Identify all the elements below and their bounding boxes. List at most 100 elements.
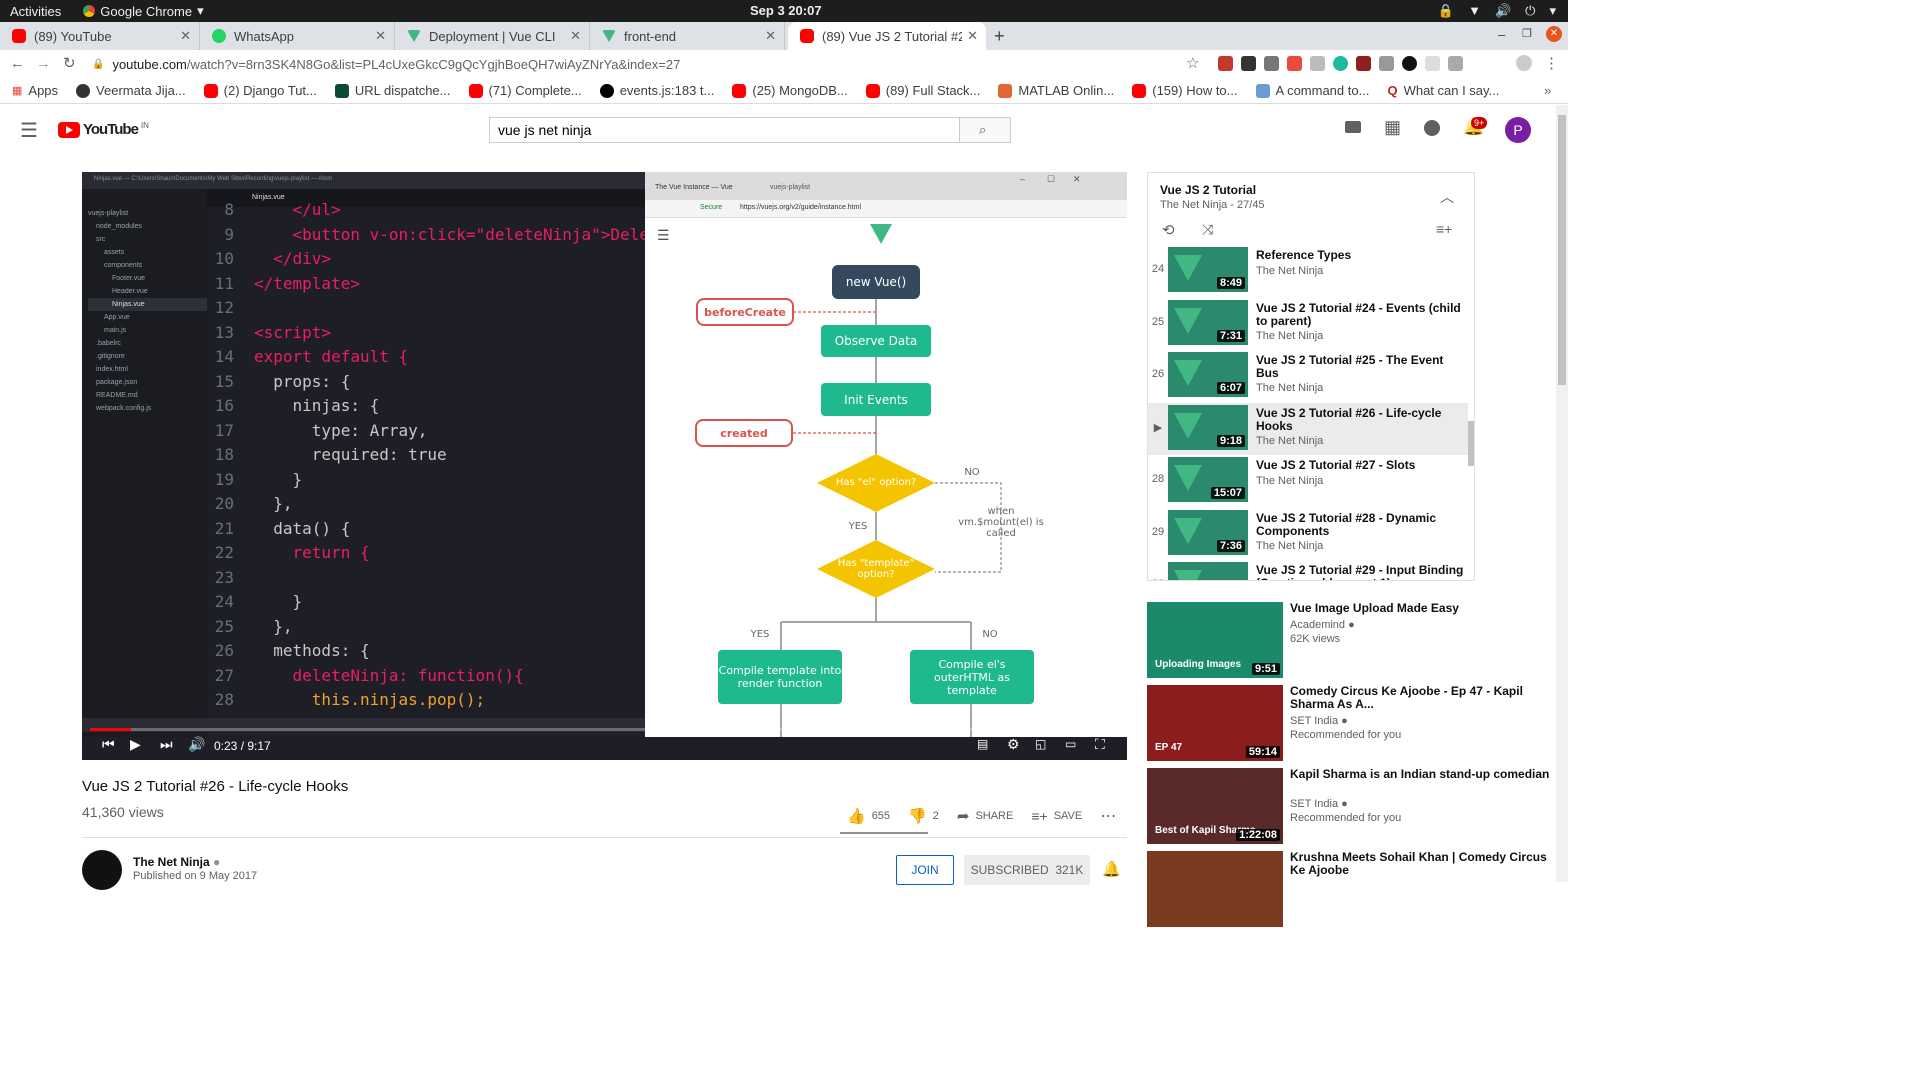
bookmark-item[interactable]: (2) Django Tut...	[203, 83, 317, 98]
search-input[interactable]	[489, 117, 960, 143]
bookmark-item[interactable]: Veermata Jija...	[76, 83, 186, 98]
create-video-icon[interactable]	[1345, 121, 1361, 133]
extension-icon[interactable]	[1448, 56, 1463, 71]
close-icon[interactable]: ✕	[570, 28, 581, 44]
dislike-button[interactable]: 👎 2	[908, 807, 939, 825]
settings-gear-icon[interactable]: ⚙	[1007, 736, 1020, 753]
playlist-item[interactable]: 26 6:07 Vue JS 2 Tutorial #25 - The Event …	[1148, 350, 1468, 402]
notification-bell-icon[interactable]: 🔔	[1102, 860, 1121, 878]
miniplayer-icon[interactable]: ◱	[1035, 737, 1046, 751]
more-bookmarks-icon[interactable]: »	[1544, 83, 1551, 98]
activities-button[interactable]: Activities	[10, 4, 61, 19]
loop-icon[interactable]: ⟲	[1162, 221, 1175, 239]
clock[interactable]: Sep 3 20:07	[750, 3, 822, 18]
bookmark-item[interactable]: events.js:183 t...	[599, 83, 714, 98]
video-thumbnail[interactable]: 7:31	[1168, 299, 1248, 345]
close-icon[interactable]: ✕	[967, 28, 978, 44]
video-thumbnail[interactable]	[1147, 851, 1283, 927]
bookmark-item[interactable]: MATLAB Onlin...	[998, 83, 1114, 98]
app-menu[interactable]: Google Chrome ▾	[83, 3, 204, 19]
volume-icon[interactable]: 🔊	[188, 736, 205, 753]
video-thumbnail[interactable]: Uploading Images 9:51	[1147, 602, 1283, 678]
playlist-item[interactable]: 28 15:07 Vue JS 2 Tutorial #27 - Slots The …	[1148, 455, 1468, 507]
video-thumbnail[interactable]: 9:18	[1168, 404, 1248, 450]
more-actions-icon[interactable]: ⋯	[1100, 806, 1116, 826]
apps-grid-icon[interactable]: ▦	[1384, 117, 1401, 138]
bookmark-item[interactable]: (25) MongoDB...	[732, 83, 848, 98]
save-button[interactable]: ≡+ SAVE	[1031, 808, 1082, 824]
playlist-item[interactable]: 29 7:36 Vue JS 2 Tutorial #28 - Dynamic Co…	[1148, 508, 1468, 560]
youtube-logo[interactable]: YouTube IN	[58, 121, 149, 138]
extension-icon[interactable]	[1218, 56, 1233, 71]
tab-whatsapp[interactable]: WhatsApp ✕	[200, 22, 395, 50]
recommended-video[interactable]: Uploading Images 9:51 Vue Image Upload Mad…	[1147, 602, 1557, 682]
extension-icon[interactable]	[1241, 56, 1256, 71]
address-bar[interactable]: 🔒 youtube.com/watch?v=8rn3SK4N8Go&list=P…	[92, 53, 1180, 75]
subtitles-icon[interactable]: ▤	[977, 737, 988, 751]
shuffle-icon[interactable]: ⤨	[1202, 221, 1213, 238]
tab-youtube[interactable]: (89) YouTube ✕	[0, 22, 200, 50]
bookmark-item[interactable]: (89) Full Stack...	[865, 83, 980, 98]
collapse-chevron-icon[interactable]: ︿	[1440, 187, 1454, 207]
fullscreen-icon[interactable]: ⛶	[1095, 736, 1105, 753]
theater-mode-icon[interactable]: ▭	[1065, 737, 1076, 751]
messages-icon[interactable]	[1424, 120, 1440, 136]
tab-active-video[interactable]: (89) Vue JS 2 Tutorial #26 ✕	[788, 22, 986, 50]
close-icon[interactable]: ✕	[765, 28, 776, 44]
save-playlist-icon[interactable]: ≡+	[1436, 221, 1452, 237]
subscribed-button[interactable]: SUBSCRIBED 321K	[964, 855, 1090, 885]
extension-icon[interactable]	[1264, 56, 1279, 71]
bookmark-item[interactable]: (159) How to...	[1132, 83, 1238, 98]
close-icon[interactable]: ✕	[180, 28, 191, 44]
playlist-item[interactable]: 30 Vue JS 2 Tutorial #29 - Input Binding …	[1148, 560, 1468, 580]
extension-icon[interactable]	[1425, 56, 1440, 71]
reload-icon[interactable]: ↻	[63, 54, 76, 72]
system-tray[interactable]: 🔒 ▼ 🔊 ⏻ ▾	[1438, 3, 1556, 19]
channel-name[interactable]: The Net Ninja ●	[133, 855, 220, 869]
extension-icon[interactable]	[1356, 56, 1371, 71]
bookmark-item[interactable]: URL dispatche...	[334, 83, 451, 98]
extension-icon[interactable]	[1379, 56, 1394, 71]
progress-track[interactable]	[90, 728, 1119, 731]
playlist-scrollbar[interactable]	[1468, 421, 1474, 466]
recommended-video[interactable]: EP 47 59:14 Comedy Circus Ke Ajoobe - Ep 4…	[1147, 685, 1557, 765]
profile-icon[interactable]	[1516, 55, 1532, 71]
extension-icon[interactable]	[1310, 56, 1325, 71]
video-thumbnail[interactable]: 15:07	[1168, 457, 1248, 502]
restore-icon[interactable]: ❐	[1522, 27, 1532, 40]
extension-icon[interactable]	[1402, 56, 1417, 71]
share-button[interactable]: ➦ SHARE	[957, 807, 1013, 825]
join-button[interactable]: JOIN	[896, 855, 954, 885]
play-icon[interactable]: ▶	[130, 736, 141, 753]
search-button[interactable]: ⌕	[959, 117, 1011, 143]
previous-icon[interactable]: ⏮	[102, 736, 115, 753]
back-icon[interactable]: ←	[10, 55, 25, 72]
recommended-video[interactable]: Krushna Meets Sohail Khan | Comedy Circu…	[1147, 851, 1557, 931]
avatar[interactable]: P	[1505, 117, 1531, 143]
extension-icon[interactable]	[1333, 56, 1348, 71]
video-thumbnail[interactable]: EP 47 59:14	[1147, 685, 1283, 761]
forward-icon[interactable]: →	[36, 55, 51, 72]
bookmark-item[interactable]: Q What can I say...	[1387, 83, 1499, 98]
video-thumbnail[interactable]: 8:49	[1168, 247, 1248, 292]
hamburger-menu-icon[interactable]: ☰	[20, 118, 38, 143]
playlist-title[interactable]: Vue JS 2 Tutorial	[1160, 183, 1256, 197]
video-thumbnail[interactable]: 6:07	[1168, 352, 1248, 397]
video-thumbnail[interactable]	[1168, 562, 1248, 580]
bookmark-item[interactable]: A command to...	[1255, 83, 1369, 98]
like-button[interactable]: 👍 655	[847, 807, 890, 825]
bookmark-item[interactable]: (71) Complete...	[468, 83, 582, 98]
page-scrollbar[interactable]	[1556, 105, 1568, 882]
menu-kebab-icon[interactable]: ⋮	[1544, 54, 1559, 72]
bookmark-apps[interactable]: ▦ Apps	[12, 83, 58, 98]
playlist-item[interactable]: 25 7:31 Vue JS 2 Tutorial #24 - Events (ch…	[1148, 298, 1468, 350]
bookmark-star-icon[interactable]: ☆	[1186, 54, 1199, 72]
video-player[interactable]: Ninjas.vue — C:\Users\Shaun\Documents\My…	[82, 172, 1127, 760]
channel-avatar[interactable]	[82, 850, 122, 890]
recommended-video[interactable]: Best of Kapil Sharma 1:22:08 Kapil Sharma …	[1147, 768, 1557, 848]
close-icon[interactable]: ✕	[375, 28, 386, 44]
window-close-icon[interactable]: ✕	[1546, 26, 1562, 42]
new-tab-icon[interactable]: +	[994, 26, 1005, 47]
video-thumbnail[interactable]: 7:36	[1168, 509, 1248, 555]
extension-icon[interactable]	[1287, 56, 1302, 71]
